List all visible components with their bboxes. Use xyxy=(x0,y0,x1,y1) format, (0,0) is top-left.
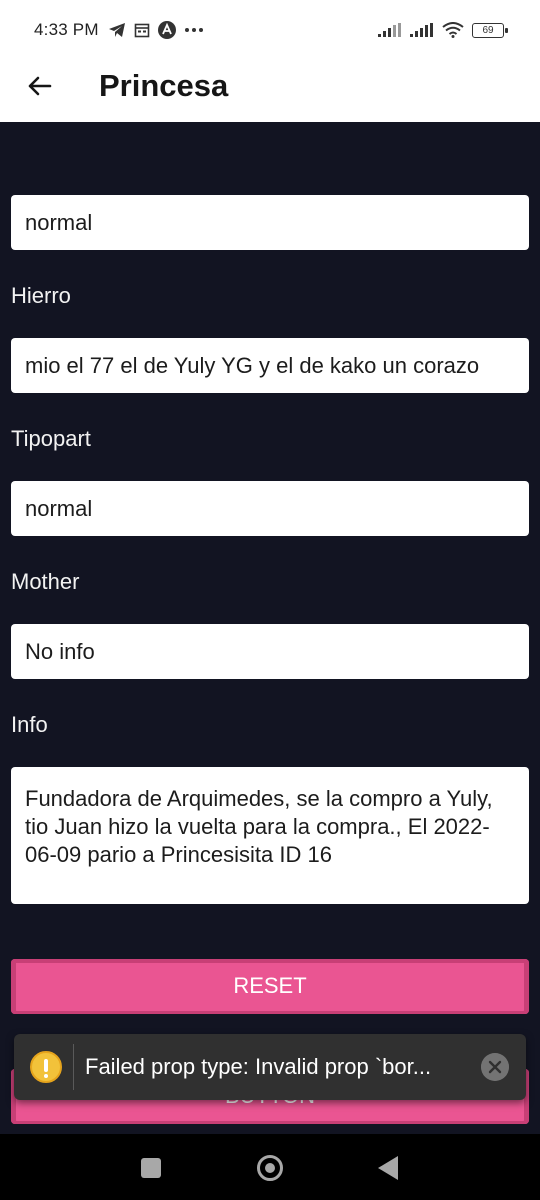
toast-message: Failed prop type: Invalid prop `bor... xyxy=(85,1054,432,1079)
telegram-icon xyxy=(109,23,125,37)
battery-icon: 69 xyxy=(472,22,508,38)
reset-button[interactable]: RESET xyxy=(11,959,529,1014)
status-right-icons: 69 xyxy=(378,20,508,40)
info-label: Info xyxy=(11,712,48,737)
mother-input[interactable]: No info xyxy=(11,624,529,679)
toast-divider xyxy=(73,1044,74,1090)
home-icon[interactable] xyxy=(257,1155,283,1181)
battery-level: 69 xyxy=(482,24,494,36)
signal-icon xyxy=(378,23,401,37)
more-dots-icon xyxy=(185,28,203,32)
form-content: normal Hierro mio el 77 el de Yuly YG y … xyxy=(0,122,540,1134)
tipopart-label: Tipopart xyxy=(11,426,91,451)
status-bar: 4:33 PM 69 xyxy=(0,0,540,60)
warning-toast[interactable]: Failed prop type: Invalid prop `bor... xyxy=(14,1034,526,1100)
calendar-icon xyxy=(134,23,150,38)
tipopart-input[interactable]: normal xyxy=(11,481,529,536)
system-nav-bar xyxy=(0,1134,540,1200)
page-title: Princesa xyxy=(99,68,229,103)
close-icon[interactable] xyxy=(481,1053,509,1081)
wifi-icon xyxy=(442,22,464,38)
back-icon[interactable] xyxy=(378,1156,398,1180)
top-field-input[interactable]: normal xyxy=(11,195,529,250)
app-bar: Princesa xyxy=(0,60,540,122)
arrow-left-icon[interactable] xyxy=(26,72,54,100)
info-textarea[interactable]: Fundadora de Arquimedes, se la compro a … xyxy=(11,767,529,904)
status-time: 4:33 PM xyxy=(34,20,99,39)
hierro-input[interactable]: mio el 77 el de Yuly YG y el de kako un … xyxy=(11,338,529,393)
recent-apps-icon[interactable] xyxy=(141,1158,161,1178)
reset-button-label: RESET xyxy=(233,973,307,998)
signal-icon xyxy=(410,23,433,37)
status-left-icons xyxy=(108,20,204,40)
warning-icon xyxy=(30,1051,62,1083)
mother-label: Mother xyxy=(11,569,80,594)
app-icon xyxy=(158,21,176,39)
hierro-label: Hierro xyxy=(11,283,71,308)
